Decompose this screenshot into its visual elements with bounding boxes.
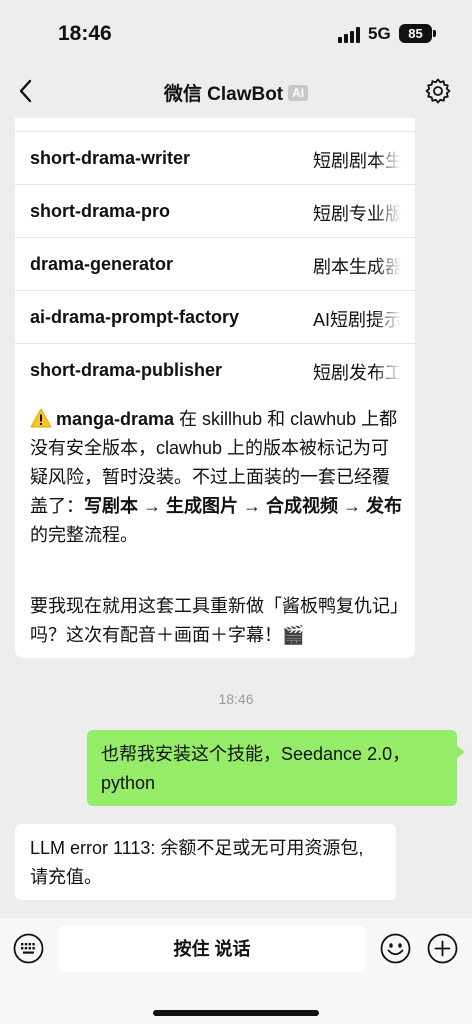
table-row: short-drama-writer 短剧剧本生成 bbox=[15, 131, 415, 184]
table-row: short-drama-publisher 短剧发布工具 bbox=[15, 343, 415, 396]
table-row: ai-drama-prompt-factory AI短剧提示词 bbox=[15, 290, 415, 343]
skill-desc: 短剧发布工具 bbox=[313, 363, 401, 383]
emoji-icon[interactable] bbox=[380, 933, 411, 964]
home-indicator bbox=[153, 1010, 319, 1016]
battery-tip bbox=[433, 30, 436, 37]
workflow-text: 写剧本 → 生成图片 → 合成视频 → 发布 bbox=[84, 496, 403, 516]
skill-table: short-drama-writer 短剧剧本生成 short-drama-pr… bbox=[15, 131, 415, 396]
hold-to-talk-button[interactable]: 按住 说话 bbox=[58, 926, 366, 972]
skill-name: short-drama-pro bbox=[30, 201, 171, 221]
input-bar: 按住 说话 bbox=[0, 918, 472, 1024]
user-message-bubble[interactable]: 也帮我安装这个技能，Seedance 2.0，python bbox=[87, 730, 465, 806]
chat-title: 微信 ClawBot AI bbox=[0, 79, 472, 106]
warning-paragraph: manga-drama 在 skillhub 和 clawhub 上都没有安全版… bbox=[30, 405, 405, 550]
ai-badge: AI bbox=[288, 85, 309, 101]
signal-icon bbox=[338, 27, 362, 43]
skill-name: ai-drama-prompt-factory bbox=[30, 307, 240, 327]
bot-message-bubble: short-drama-writer 短剧剧本生成 short-drama-pr… bbox=[15, 118, 415, 658]
keyboard-icon[interactable] bbox=[13, 933, 44, 964]
question-paragraph: 要我现在就用这套工具重新做「酱板鸭复仇记」吗？这次有配音＋画面＋字幕！🎬 bbox=[30, 596, 399, 645]
table-row: drama-generator 剧本生成器 bbox=[15, 237, 415, 290]
battery-icon: 85 bbox=[399, 24, 432, 43]
status-time: 18:46 bbox=[58, 22, 112, 45]
warning-skill-name: manga-drama bbox=[56, 409, 175, 429]
nav-bar: 微信 ClawBot AI bbox=[0, 64, 472, 118]
chat-area[interactable]: short-drama-writer 短剧剧本生成 short-drama-pr… bbox=[0, 118, 472, 918]
table-row: short-drama-pro 短剧专业版 bbox=[15, 184, 415, 237]
skill-desc: 短剧专业版 bbox=[313, 204, 401, 224]
network-label: 5G bbox=[368, 24, 391, 43]
skill-name: short-drama-publisher bbox=[30, 360, 223, 380]
warning-text-end: 的完整流程。 bbox=[30, 525, 138, 545]
message-timestamp: 18:46 bbox=[218, 691, 254, 707]
status-bar: 18:46 5G 85 bbox=[0, 0, 472, 64]
bot-reply-bubble[interactable]: LLM error 1113: 余额不足或无可用资源包,请充值。 bbox=[15, 824, 396, 900]
skill-desc: AI短剧提示词 bbox=[313, 310, 401, 330]
gear-icon[interactable] bbox=[424, 77, 452, 105]
skill-name: short-drama-writer bbox=[30, 148, 191, 168]
skill-desc: 短剧剧本生成 bbox=[313, 151, 401, 171]
skill-name: drama-generator bbox=[30, 254, 174, 274]
chat-title-text: 微信 ClawBot bbox=[163, 84, 284, 105]
skill-desc: 剧本生成器 bbox=[313, 257, 401, 277]
plus-icon[interactable] bbox=[427, 933, 458, 964]
warning-icon bbox=[30, 408, 52, 428]
